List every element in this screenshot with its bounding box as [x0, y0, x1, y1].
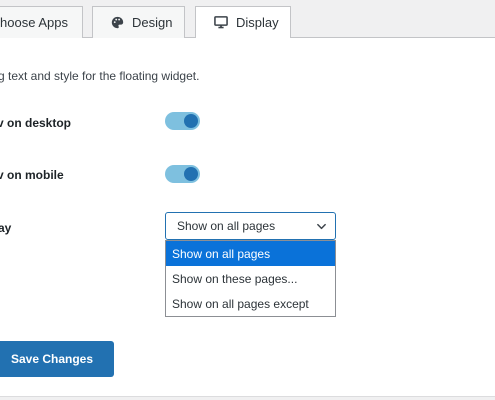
- tab-design[interactable]: Design: [92, 6, 185, 38]
- tab-choose-apps[interactable]: hoose Apps: [0, 6, 83, 38]
- display-pages-select-value: Show on all pages: [177, 219, 276, 233]
- palette-icon: [111, 16, 124, 29]
- panel-description: g text and style for the floating widget…: [0, 69, 200, 83]
- option-show-on-these-pages[interactable]: Show on these pages...: [166, 266, 335, 291]
- monitor-icon: [214, 16, 228, 29]
- tab-choose-apps-label: hoose Apps: [0, 15, 68, 30]
- display-pages-select[interactable]: Show on all pages: [165, 212, 336, 240]
- save-changes-button[interactable]: Save Changes: [0, 341, 114, 377]
- show-on-desktop-toggle[interactable]: [165, 112, 200, 130]
- option-show-on-all-pages[interactable]: Show on all pages: [166, 241, 335, 266]
- tab-design-label: Design: [132, 15, 173, 30]
- toggle-knob: [184, 114, 198, 128]
- show-on-mobile-label: v on mobile: [0, 168, 64, 182]
- show-on-desktop-label: v on desktop: [0, 116, 72, 130]
- toggle-knob: [184, 167, 198, 181]
- tab-display-label: Display: [236, 15, 279, 30]
- tab-display[interactable]: Display: [195, 6, 291, 38]
- display-on-label: ay: [0, 221, 12, 235]
- show-on-mobile-toggle[interactable]: [165, 165, 200, 183]
- display-pages-dropdown: Show on all pages Show on these pages...…: [165, 240, 336, 317]
- option-show-on-all-pages-except[interactable]: Show on all pages except: [166, 291, 335, 316]
- settings-page: hoose Apps Design Display g text and sty…: [0, 0, 495, 400]
- chevron-down-icon: [316, 221, 327, 232]
